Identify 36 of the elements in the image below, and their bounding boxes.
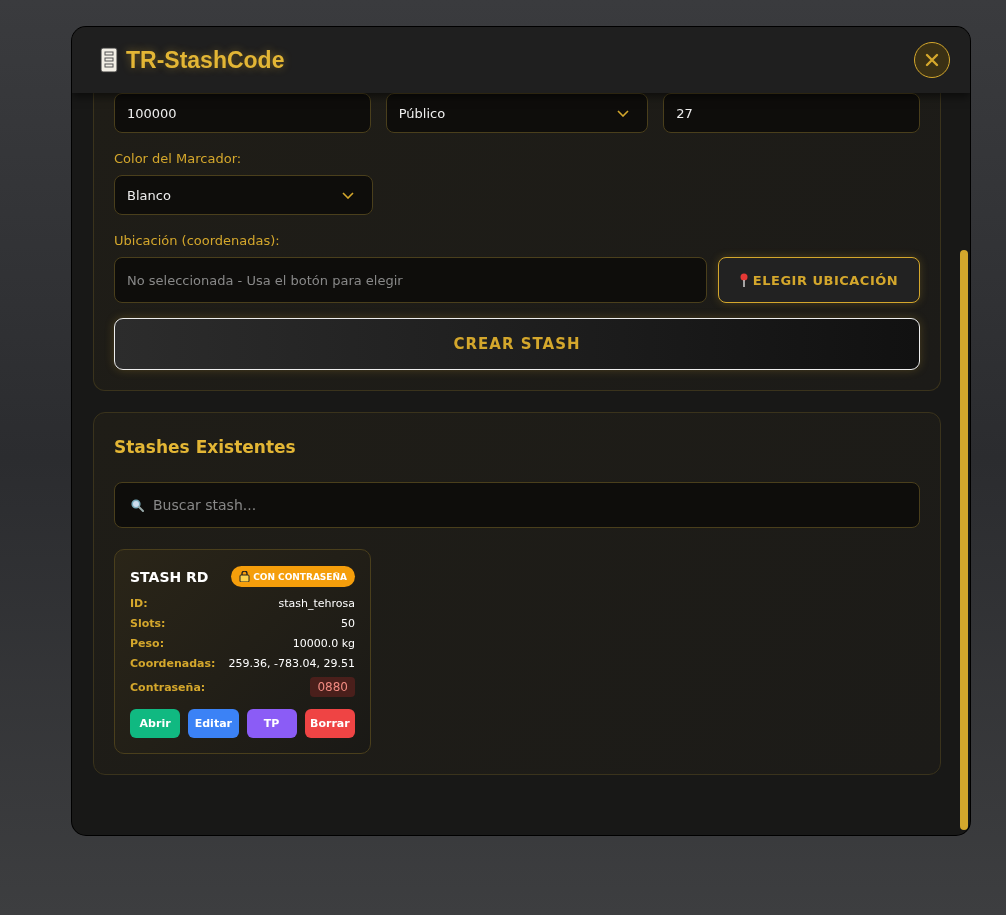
action-button[interactable]: Borrar [304,709,355,738]
field-value: 10000.0 kg [292,637,355,650]
action-button[interactable]: Editar [188,709,239,738]
input-field[interactable]: 27 [663,93,920,133]
field-label: Ubicación (coordenadas): [114,233,281,248]
pick-location-button[interactable]: ELEGIR UBICACIÓN [718,257,920,303]
search-field[interactable]: Buscar stash... [114,482,920,528]
chevron-down-icon [617,109,630,117]
pin-icon [739,273,748,287]
scrollbar-thumb[interactable] [960,250,968,830]
field-label: Color del Marcador: [114,151,243,166]
field-label: Contraseña: [130,680,206,694]
dropdown[interactable]: Blanco [114,175,373,215]
chevron-down-icon [342,191,354,199]
close-icon [925,53,939,67]
window-title: TR-StashCode [126,46,285,74]
field-label: Peso: [130,637,165,650]
field-value: 259.36, -783.04, 29.51 [228,657,355,670]
field-value: 50 [341,617,355,630]
action-button[interactable]: TP [246,709,297,738]
field-label: ID: [130,597,148,610]
lock-icon [239,571,251,582]
search-icon [131,499,144,512]
coordinates-field[interactable]: No seleccionada - Usa el botón para elegir [114,257,707,303]
input-field[interactable]: 100000 [114,93,371,133]
field-label: Coordenadas: [130,657,216,670]
field-label: Slots: [130,617,166,630]
field-value: stash_tehrosa [278,597,355,610]
stash-name: STASH RD [130,568,209,585]
cabinet-icon [100,47,118,73]
close-button[interactable] [914,42,950,78]
create-stash-button[interactable]: CREAR STASH [114,318,920,370]
section-title: Stashes Existentes [114,437,297,457]
password-value: 0880 [310,677,355,697]
password-badge: CON CONTRASEÑA [231,566,355,587]
dropdown[interactable]: Público [385,93,649,133]
